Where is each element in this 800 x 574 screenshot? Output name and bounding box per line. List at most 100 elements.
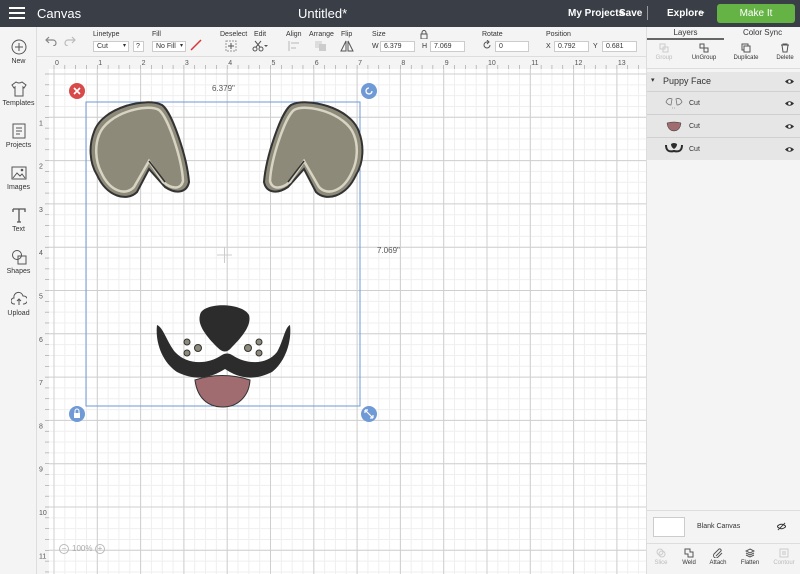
weld-button[interactable]: Weld bbox=[679, 548, 699, 566]
eye-icon[interactable] bbox=[785, 145, 794, 154]
attach-label: Attach bbox=[709, 560, 727, 566]
contour-icon bbox=[779, 548, 789, 558]
edit-toolbar: Linetype Cut ▾ ? Fill No Fill ▾ Deselect E… bbox=[37, 27, 647, 57]
rotate-label: Rotate bbox=[482, 31, 503, 38]
blank-canvas-swatch[interactable] bbox=[653, 517, 685, 537]
align-icon[interactable] bbox=[287, 40, 301, 52]
dropdown-arrow-icon: ▾ bbox=[179, 43, 183, 49]
rotate-handle[interactable] bbox=[361, 83, 377, 99]
eye-icon[interactable] bbox=[785, 77, 794, 86]
slice-icon bbox=[656, 548, 666, 558]
resize-handle[interactable] bbox=[361, 406, 377, 422]
my-projects-link[interactable]: My Projects bbox=[568, 8, 624, 19]
duplicate-button[interactable]: Duplicate bbox=[731, 43, 761, 61]
hamburger-menu-icon[interactable] bbox=[9, 7, 25, 19]
ruler-left-tick-label: 9 bbox=[39, 467, 43, 474]
redo-icon[interactable] bbox=[64, 36, 76, 46]
layer-row[interactable]: Cut bbox=[647, 137, 800, 160]
y-position-input[interactable]: 0.681 bbox=[602, 41, 637, 52]
rotate-input[interactable]: 0 bbox=[495, 41, 529, 52]
tab-layers[interactable]: Layers bbox=[647, 27, 724, 40]
chevron-down-icon[interactable]: ⌄ bbox=[698, 6, 706, 17]
x-position-input[interactable]: 0.792 bbox=[554, 41, 589, 52]
layers-panel: Layers Color Sync Group UnGroup Duplicat… bbox=[646, 27, 800, 574]
sidebar-item-upload[interactable]: Upload bbox=[0, 291, 37, 317]
width-input[interactable]: 6.379 bbox=[380, 41, 415, 52]
linetype-value: Cut bbox=[97, 43, 108, 50]
sidebar-item-new[interactable]: New bbox=[0, 39, 37, 65]
attach-button[interactable]: Attach bbox=[707, 548, 729, 566]
group-icon bbox=[659, 43, 669, 53]
delete-button[interactable]: Delete bbox=[773, 43, 797, 61]
layer-row[interactable]: Cut bbox=[647, 91, 800, 114]
layer-row[interactable]: Cut bbox=[647, 114, 800, 137]
document-title[interactable]: Untitled* bbox=[298, 6, 347, 21]
deselect-icon[interactable] bbox=[225, 40, 237, 52]
eye-icon[interactable] bbox=[785, 122, 794, 131]
ruler-left-tick-label: 2 bbox=[39, 164, 43, 171]
sidebar-item-templates[interactable]: Templates bbox=[0, 81, 37, 107]
lock-icon[interactable] bbox=[420, 30, 428, 39]
height-input[interactable]: 7.069 bbox=[430, 41, 465, 52]
arrange-icon[interactable] bbox=[314, 40, 328, 52]
linetype-label: Linetype bbox=[93, 31, 120, 38]
shirt-icon bbox=[10, 81, 27, 97]
sidebar-item-images[interactable]: Images bbox=[0, 165, 37, 191]
fill-select[interactable]: No Fill ▾ bbox=[152, 41, 186, 52]
sidebar-item-label: Images bbox=[7, 184, 30, 191]
slice-label: Slice bbox=[654, 560, 668, 566]
ruler-left-tick-label: 5 bbox=[39, 294, 43, 301]
zoom-in-button[interactable]: + bbox=[95, 544, 105, 554]
sidebar-item-label: Text bbox=[12, 226, 25, 233]
flatten-button[interactable]: Flatten bbox=[738, 548, 762, 566]
upload-icon bbox=[10, 291, 27, 305]
eye-hidden-icon[interactable] bbox=[777, 522, 786, 531]
sidebar-item-label: Projects bbox=[5, 142, 32, 149]
ruler-top-tick-label: 1 bbox=[98, 60, 102, 67]
lock-proportion-handle[interactable] bbox=[69, 406, 85, 422]
ruler-top-tick-label: 11 bbox=[531, 60, 538, 67]
fill-color-swatch-icon[interactable] bbox=[190, 39, 202, 51]
ruler-top-tick-label: 10 bbox=[488, 60, 496, 67]
ruler-left-tick-label: 4 bbox=[39, 250, 43, 257]
collapse-triangle-icon[interactable]: ▾ bbox=[651, 76, 655, 84]
height-axis-label: H bbox=[422, 43, 428, 50]
contour-label: Contour bbox=[773, 560, 795, 566]
edit-scissors-icon[interactable] bbox=[252, 40, 268, 52]
ears-thumbnail-icon bbox=[665, 98, 683, 109]
tab-color-sync[interactable]: Color Sync bbox=[724, 27, 800, 40]
group-button[interactable]: Group bbox=[653, 43, 675, 61]
delete-label: Delete bbox=[776, 55, 794, 61]
linetype-help-button[interactable]: ? bbox=[133, 41, 144, 52]
flip-icon[interactable] bbox=[340, 40, 356, 52]
zoom-level: 100% bbox=[72, 544, 93, 553]
align-label: Align bbox=[286, 31, 302, 38]
make-it-button[interactable]: Make It bbox=[717, 4, 795, 23]
sidebar-item-text[interactable]: Text bbox=[0, 207, 37, 233]
sidebar-item-shapes[interactable]: Shapes bbox=[0, 249, 37, 275]
linetype-select[interactable]: Cut ▾ bbox=[93, 41, 129, 52]
contour-button[interactable]: Contour bbox=[770, 548, 798, 566]
position-label: Position bbox=[546, 31, 571, 38]
save-button[interactable]: Save bbox=[619, 8, 642, 19]
blank-canvas-label: Blank Canvas bbox=[697, 523, 741, 530]
zoom-out-button[interactable]: − bbox=[59, 544, 69, 554]
ruler-top-tick-label: 3 bbox=[185, 60, 189, 67]
zoom-control: − 100% + bbox=[55, 542, 109, 556]
eye-icon[interactable] bbox=[785, 99, 794, 108]
blank-canvas-row[interactable]: Blank Canvas bbox=[647, 510, 800, 543]
ruler-left-tick-label: 10 bbox=[39, 510, 47, 517]
design-canvas[interactable]: 0 1 2 3 4 5 6 7 8 9 10 11 12 13 1 2 3 4 5 6 7 8 9 10 11 bbox=[37, 57, 646, 574]
sidebar-item-projects[interactable]: Projects bbox=[0, 123, 37, 149]
undo-icon[interactable] bbox=[45, 36, 57, 46]
flip-label: Flip bbox=[341, 31, 353, 38]
ruler-top-tick-label: 12 bbox=[575, 60, 583, 67]
topbar-divider bbox=[647, 6, 648, 20]
shapes-icon bbox=[11, 250, 26, 265]
ungroup-button[interactable]: UnGroup bbox=[689, 43, 719, 61]
layer-group-puppy-face[interactable]: ▾ Puppy Face bbox=[647, 72, 800, 91]
slice-button[interactable]: Slice bbox=[651, 548, 671, 566]
delete-handle[interactable] bbox=[69, 83, 85, 99]
sidebar-item-label: Templates bbox=[2, 100, 35, 107]
edit-label: Edit bbox=[254, 31, 267, 38]
